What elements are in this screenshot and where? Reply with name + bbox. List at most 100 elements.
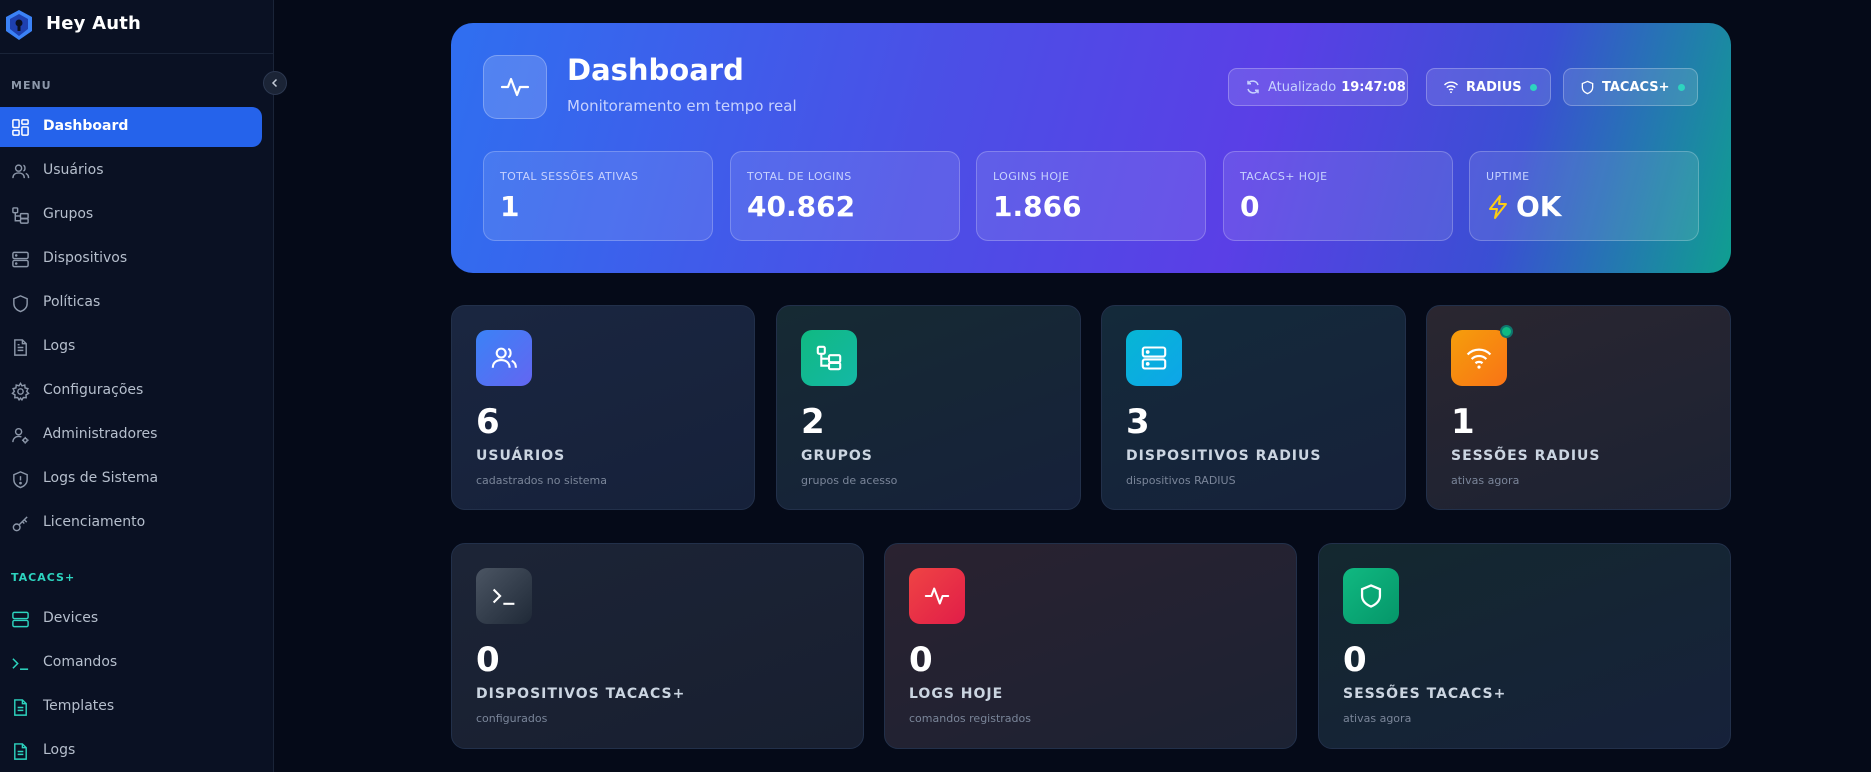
refresh-icon: [1247, 80, 1259, 94]
card-title: DISPOSITIVOS TACACS+: [476, 686, 686, 702]
sidebar-item-label: Dashboard: [43, 118, 129, 134]
sidebar-item-label: Usuários: [43, 162, 104, 178]
file-text-icon: [14, 699, 27, 716]
card-title: SESSÕES TACACS+: [1343, 686, 1507, 702]
shield-icon: [1581, 80, 1594, 94]
dashboard-hero: Dashboard Monitoramento em tempo real At…: [451, 23, 1731, 273]
sidebar-item-tacacs-templates[interactable]: Templates: [0, 687, 262, 727]
page-subtitle: Monitoramento em tempo real: [567, 97, 797, 115]
sidebar-item-logs[interactable]: Logs: [0, 327, 262, 367]
menu-section-label: MENU: [11, 79, 52, 92]
card-title: DISPOSITIVOS RADIUS: [1126, 448, 1322, 464]
sidebar-item-label: Logs de Sistema: [43, 470, 159, 486]
sidebar-item-politicas[interactable]: Políticas: [0, 283, 262, 323]
sidebar-item-usuarios[interactable]: Usuários: [0, 151, 262, 191]
sidebar-item-label: Devices: [43, 610, 99, 626]
card-icon-box: [476, 330, 532, 386]
uptime-value: OK: [1516, 190, 1562, 223]
card-title: SESSÕES RADIUS: [1451, 448, 1601, 464]
stat-label: TOTAL DE LOGINS: [747, 170, 852, 183]
sidebar: Hey Auth MENU Dashboard Usuários Grupos …: [0, 0, 274, 772]
card-grupos[interactable]: 2 GRUPOS grupos de acesso: [776, 305, 1081, 510]
stat-label: TACACS+ HOJE: [1240, 170, 1328, 183]
sidebar-item-label: Templates: [43, 698, 115, 714]
sidebar-item-administradores[interactable]: Administradores: [0, 415, 262, 455]
page-title: Dashboard: [567, 53, 744, 87]
key-icon: [12, 516, 28, 532]
card-value: 0: [1343, 640, 1367, 680]
stat-total-sessoes: TOTAL SESSÕES ATIVAS 1: [483, 151, 713, 241]
stat-value: 40.862: [747, 190, 856, 223]
radius-status-pill[interactable]: RADIUS: [1426, 68, 1551, 106]
card-value: 1: [1451, 402, 1475, 442]
sidebar-item-tacacs-devices[interactable]: Devices: [0, 599, 262, 639]
card-value: 2: [801, 402, 825, 442]
card-value: 0: [909, 640, 933, 680]
card-sessoes-tacacs[interactable]: 0 SESSÕES TACACS+ ativas agora: [1318, 543, 1731, 749]
card-subtitle: ativas agora: [1343, 712, 1412, 725]
card-icon-box: [1126, 330, 1182, 386]
updated-label: Atualizado: [1268, 79, 1337, 95]
card-subtitle: grupos de acesso: [801, 474, 898, 487]
sidebar-item-dashboard[interactable]: Dashboard: [0, 107, 262, 147]
app-root: Hey Auth MENU Dashboard Usuários Grupos …: [0, 0, 1871, 772]
stat-label: LOGINS HOJE: [993, 170, 1070, 183]
card-dispositivos-tacacs[interactable]: 0 DISPOSITIVOS TACACS+ configurados: [451, 543, 864, 749]
card-subtitle: configurados: [476, 712, 548, 725]
sidebar-item-configuracoes[interactable]: Configurações: [0, 371, 262, 411]
stat-tacacs-hoje: TACACS+ HOJE 0: [1223, 151, 1453, 241]
sidebar-collapse-button[interactable]: [263, 71, 287, 95]
tacacs-section-label: TACACS+: [11, 571, 76, 584]
stat-value: OK: [1486, 190, 1562, 223]
stat-value: 1: [500, 190, 520, 223]
card-usuarios[interactable]: 6 USUÁRIOS cadastrados no sistema: [451, 305, 755, 510]
card-sessoes-radius[interactable]: 1 SESSÕES RADIUS ativas agora: [1426, 305, 1731, 510]
shield-alert-icon: [13, 471, 28, 489]
card-icon-box: [1343, 568, 1399, 624]
brand[interactable]: Hey Auth: [0, 0, 274, 54]
card-dispositivos-radius[interactable]: 3 DISPOSITIVOS RADIUS dispositivos RADIU…: [1101, 305, 1406, 510]
logo-shield-icon: [6, 10, 32, 40]
card-value: 0: [476, 640, 500, 680]
sidebar-item-tacacs-logs[interactable]: Logs: [0, 731, 262, 771]
user-gear-icon: [12, 427, 29, 444]
sidebar-item-licenciamento[interactable]: Licenciamento: [0, 503, 262, 543]
sidebar-item-label: Administradores: [43, 426, 158, 442]
card-value: 6: [476, 402, 500, 442]
sidebar-item-label: Grupos: [43, 206, 94, 222]
sidebar-item-label: Dispositivos: [43, 250, 128, 266]
stat-logins-hoje: LOGINS HOJE 1.866: [976, 151, 1206, 241]
users-icon: [491, 347, 517, 368]
card-subtitle: cadastrados no sistema: [476, 474, 608, 487]
live-indicator-dot: [1500, 325, 1513, 338]
shield-icon: [13, 295, 28, 313]
sidebar-item-label: Licenciamento: [43, 514, 146, 530]
card-icon-box: [909, 568, 965, 624]
sidebar-item-label: Políticas: [43, 294, 101, 310]
refresh-status-pill[interactable]: Atualizado 19:47:08: [1228, 68, 1408, 106]
activity-icon: [924, 587, 950, 605]
card-value: 3: [1126, 402, 1150, 442]
file-text-icon: [14, 339, 27, 356]
card-title: LOGS HOJE: [909, 686, 1004, 702]
sidebar-item-logs-de-sistema[interactable]: Logs de Sistema: [0, 459, 262, 499]
card-icon-box: [476, 568, 532, 624]
hero-icon-box: [483, 55, 547, 119]
stat-total-logins: TOTAL DE LOGINS 40.862: [730, 151, 960, 241]
sidebar-item-dispositivos[interactable]: Dispositivos: [0, 239, 262, 279]
card-subtitle: comandos registrados: [909, 712, 1031, 725]
tacacs-label: TACACS+: [1602, 79, 1670, 95]
sidebar-item-tacacs-comandos[interactable]: Comandos: [0, 643, 262, 683]
card-subtitle: dispositivos RADIUS: [1126, 474, 1236, 487]
tacacs-status-pill[interactable]: TACACS+: [1563, 68, 1698, 106]
stat-value: 1.866: [993, 190, 1082, 223]
card-logs-hoje[interactable]: 0 LOGS HOJE comandos registrados: [884, 543, 1297, 749]
radius-status-dot: [1529, 83, 1537, 91]
tacacs-status-dot: [1677, 83, 1685, 91]
server-icon: [12, 611, 29, 628]
stat-value: 0: [1240, 190, 1260, 223]
sidebar-item-grupos[interactable]: Grupos: [0, 195, 262, 235]
sidebar-item-label: Comandos: [43, 654, 118, 670]
sidebar-item-label: Configurações: [43, 382, 144, 398]
shield-icon: [1360, 584, 1382, 608]
